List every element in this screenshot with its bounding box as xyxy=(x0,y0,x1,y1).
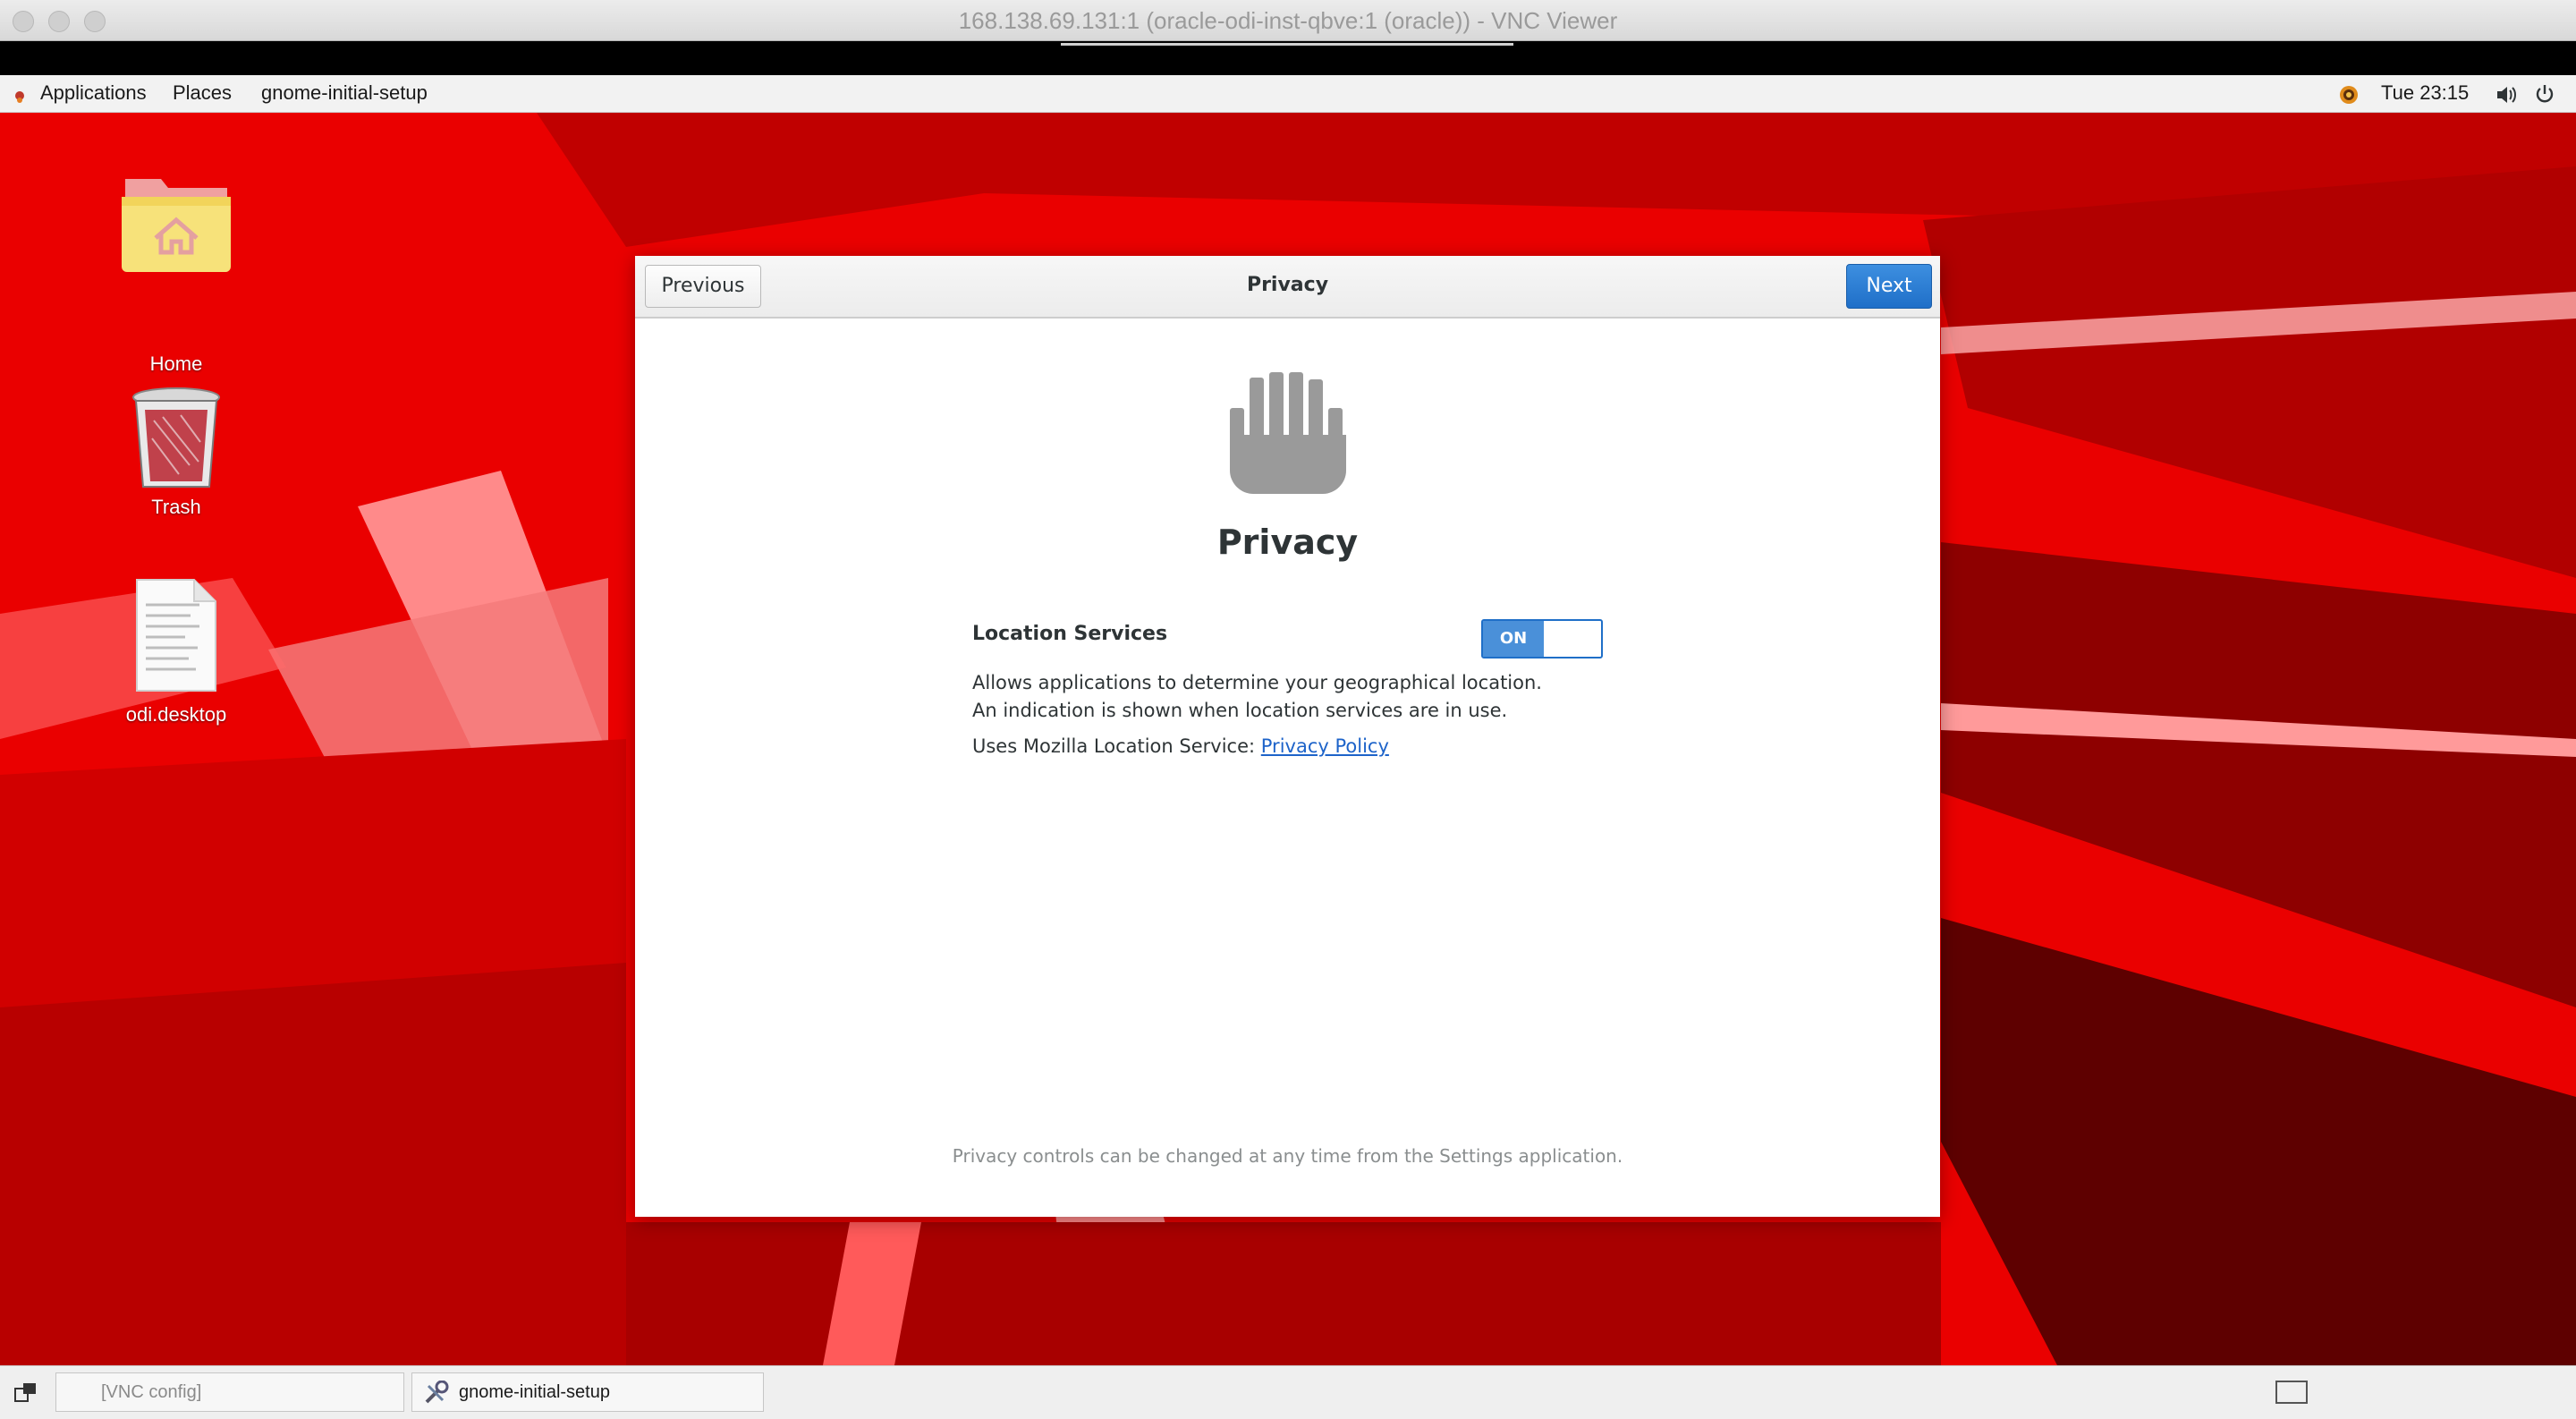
desktop-file-icon xyxy=(136,579,216,692)
app-menu[interactable]: gnome-initial-setup xyxy=(261,81,428,105)
desktop-icon-label: odi.desktop xyxy=(125,703,227,726)
privacy-dialog: Previous Privacy Next Privacy Location S… xyxy=(635,256,1940,1217)
mozilla-location-service-text: Uses Mozilla Location Service: Privacy P… xyxy=(972,735,1389,757)
desktop-icon-label: Home xyxy=(149,353,203,375)
vnc-toolbar-strip xyxy=(0,41,2576,75)
gnome-top-panel: Applications Places gnome-initial-setup … xyxy=(0,75,2576,113)
power-icon[interactable] xyxy=(2534,83,2555,110)
status-indicator-icon[interactable] xyxy=(2338,84,2360,111)
taskbar-vnc-config[interactable]: [VNC config] xyxy=(55,1372,404,1412)
volume-icon[interactable] xyxy=(2496,84,2519,111)
trash-icon xyxy=(132,387,220,488)
mozilla-text: Uses Mozilla Location Service: xyxy=(972,735,1256,757)
vnc-toolbar-handle[interactable] xyxy=(1061,43,1513,46)
home-folder-icon xyxy=(122,179,231,272)
page-heading: Privacy xyxy=(1216,523,1359,562)
privacy-hand-icon xyxy=(1230,372,1346,494)
applications-menu[interactable]: Applications xyxy=(40,81,147,105)
desktop-icon-trash[interactable]: Trash xyxy=(100,385,252,519)
desktop-icon-label: Trash xyxy=(151,496,201,518)
next-button[interactable]: Next xyxy=(1846,264,1932,309)
desktop-icon-odi[interactable]: odi.desktop xyxy=(100,578,252,730)
bottom-taskbar: [VNC config] gnome-initial-setup xyxy=(0,1365,2576,1419)
location-services-label: Location Services xyxy=(972,623,1168,645)
privacy-footer-note: Privacy controls can be changed at any t… xyxy=(952,1145,1623,1167)
dialog-title: Privacy xyxy=(1246,274,1329,296)
location-services-toggle[interactable]: ON xyxy=(1481,619,1603,659)
location-services-description: Allows applications to determine your ge… xyxy=(972,672,1542,721)
clock[interactable]: Tue 23:15 xyxy=(2381,81,2469,105)
show-desktop-icon[interactable] xyxy=(14,1381,38,1410)
setup-wrench-icon xyxy=(423,1380,450,1419)
toggle-on-state: ON xyxy=(1483,621,1544,657)
desktop-icon-home[interactable]: Home xyxy=(100,170,252,375)
workspace-switcher-icon[interactable] xyxy=(2275,1381,2308,1404)
dialog-header: Previous Privacy Next xyxy=(635,256,1940,319)
vnc-window-title: 168.138.69.131:1 (oracle-odi-inst-qbve:1… xyxy=(958,7,1618,34)
taskbar-vnc-config-label: [VNC config] xyxy=(101,1382,202,1402)
taskbar-active-label: gnome-initial-setup xyxy=(459,1382,610,1402)
vnc-window-titlebar: 168.138.69.131:1 (oracle-odi-inst-qbve:1… xyxy=(0,0,2576,41)
applications-menu-icon[interactable] xyxy=(13,86,27,109)
taskbar-gnome-initial-setup[interactable]: gnome-initial-setup xyxy=(411,1372,764,1412)
privacy-policy-link[interactable]: Privacy Policy xyxy=(1261,735,1389,757)
places-menu[interactable]: Places xyxy=(173,81,232,105)
